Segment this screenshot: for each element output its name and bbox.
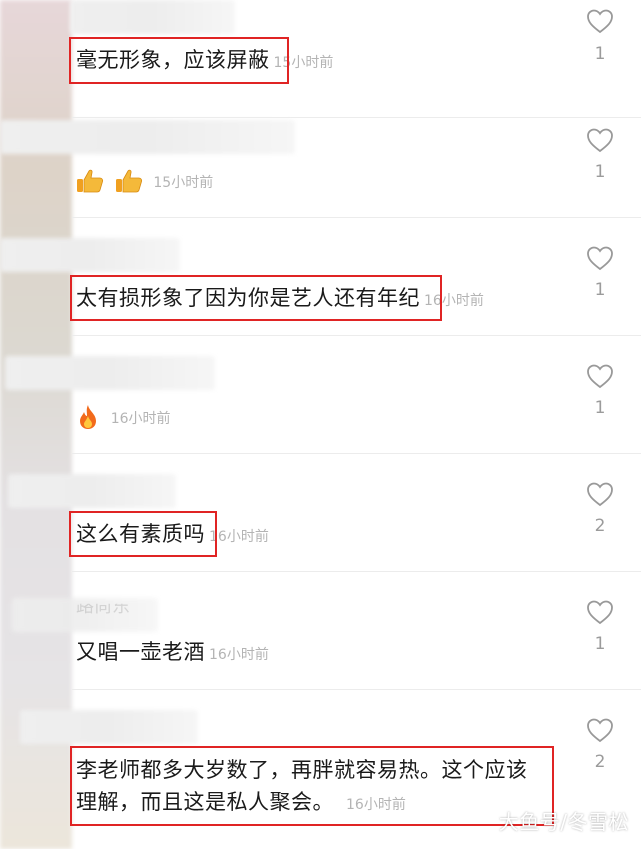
heart-icon[interactable]	[586, 8, 614, 34]
comment-row: 路尚东 又唱一壶老酒16小时前 1	[0, 572, 641, 690]
heart-icon[interactable]	[586, 599, 614, 625]
highlight-box	[69, 37, 289, 84]
like-count: 1	[594, 44, 606, 64]
highlight-box	[69, 511, 217, 557]
comment-time: 16小时前	[110, 411, 171, 427]
thumbs-up-icon	[115, 169, 142, 193]
comment-row: 15小时前 1	[0, 100, 641, 218]
heart-icon[interactable]	[586, 363, 614, 389]
comment-body: 16小时前	[76, 400, 171, 435]
like-count: 1	[594, 634, 606, 654]
comment-body: 15小时前	[76, 164, 213, 199]
heart-icon[interactable]	[586, 717, 614, 743]
like-count: 1	[594, 398, 606, 418]
like-count: 2	[594, 752, 606, 772]
thumbs-up-icon	[77, 169, 104, 193]
highlight-box	[70, 275, 442, 321]
comment-time: 16小时前	[209, 647, 269, 663]
username-blurred[interactable]	[5, 356, 215, 390]
heart-icon[interactable]	[586, 127, 614, 153]
username-blurred[interactable]	[70, 0, 235, 34]
username-blurred[interactable]	[8, 474, 176, 508]
like-count: 1	[594, 162, 606, 182]
comment-time: 16小时前	[209, 529, 269, 545]
fire-icon	[80, 405, 96, 429]
username-blurred[interactable]	[12, 598, 158, 632]
heart-icon[interactable]	[586, 481, 614, 507]
username-blurred[interactable]	[0, 238, 180, 272]
like-count: 2	[594, 516, 606, 536]
comment-row: 太有损形象了因为你是艺人还有年纪 16小时前 1	[0, 218, 641, 336]
comment-text: 又唱一壶老酒	[76, 640, 205, 664]
comment-row: 这么有素质吗 16小时前 2	[0, 454, 641, 572]
comment-row: 16小时前 1	[0, 336, 641, 454]
comment-time: 15小时前	[153, 175, 214, 191]
watermark: 大鱼号/冬雪松	[498, 810, 629, 834]
username-blurred[interactable]	[20, 710, 198, 744]
username-blurred[interactable]	[0, 120, 295, 154]
like-count: 1	[594, 280, 606, 300]
comment-body: 又唱一壶老酒 16小时前	[76, 636, 269, 671]
heart-icon[interactable]	[586, 245, 614, 271]
highlight-box	[70, 746, 554, 826]
